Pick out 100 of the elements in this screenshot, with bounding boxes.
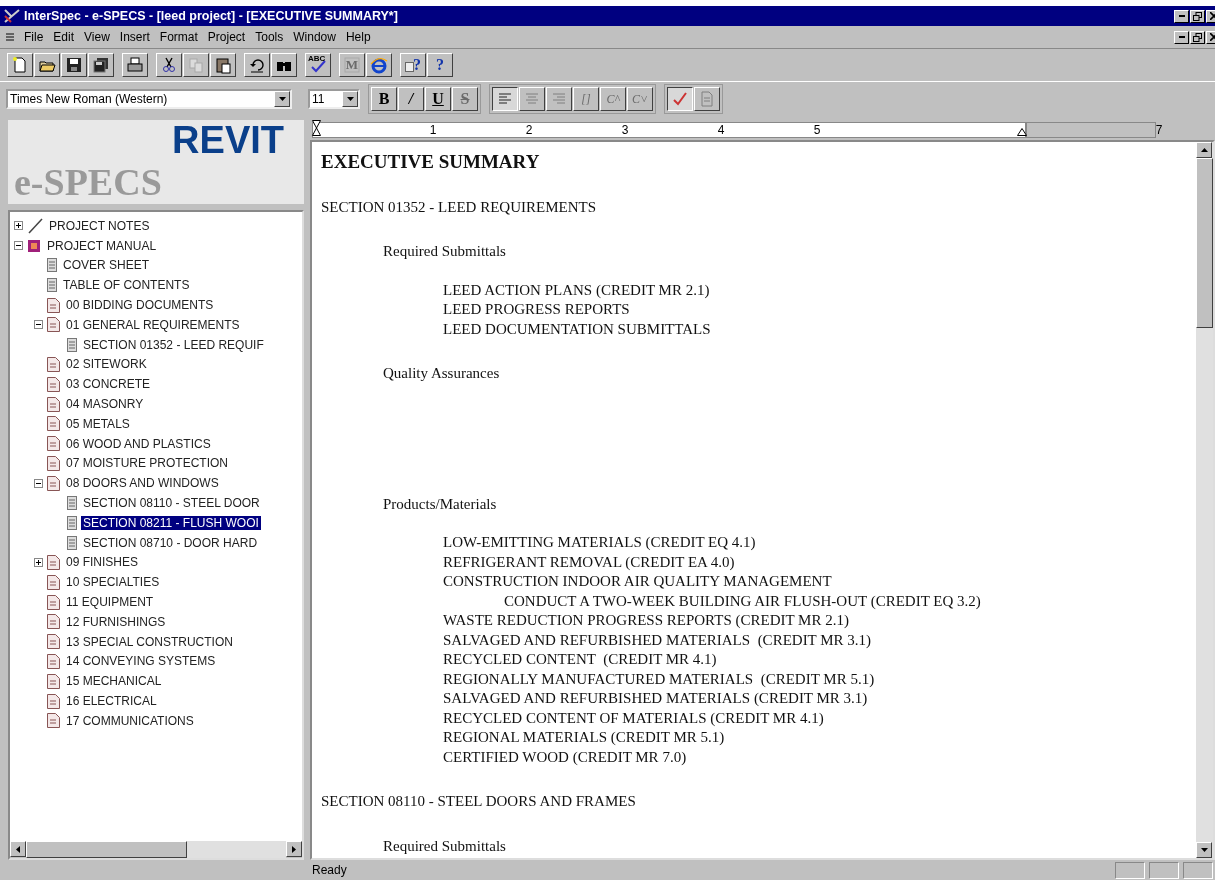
restore-icon bbox=[1193, 32, 1202, 42]
menu-item[interactable]: Help bbox=[340, 30, 376, 44]
tree-item[interactable]: 17 COMMUNICATIONS bbox=[64, 713, 196, 728]
subheading: Products/Materials bbox=[383, 494, 498, 514]
tree-item[interactable]: 04 MASONRY bbox=[64, 397, 146, 412]
format-button[interactable]: / bbox=[398, 87, 424, 111]
toolbar-button[interactable] bbox=[61, 53, 87, 77]
list-item: CERTIFIED WOOD (CREDIT MR 7.0) bbox=[443, 747, 688, 767]
tree-item[interactable]: 00 BIDDING DOCUMENTS bbox=[64, 298, 216, 313]
restore-icon bbox=[1193, 11, 1202, 21]
tree-item[interactable]: SECTION 08211 - FLUSH WOOI bbox=[81, 515, 261, 530]
format-button[interactable] bbox=[492, 87, 518, 111]
scrollbar-thumb[interactable] bbox=[1196, 158, 1213, 328]
toolbar-button[interactable] bbox=[88, 53, 114, 77]
document-icon bbox=[47, 554, 60, 570]
scroll-left-button[interactable] bbox=[10, 841, 26, 857]
clipboard-icon bbox=[214, 56, 232, 74]
minimize-button[interactable] bbox=[1174, 9, 1189, 23]
toolbar-button[interactable]: ? bbox=[400, 53, 426, 77]
toolbar-button[interactable] bbox=[271, 53, 297, 77]
expand-toggle[interactable] bbox=[34, 557, 43, 567]
menu-item[interactable]: Edit bbox=[48, 30, 80, 44]
restore-button[interactable] bbox=[1190, 9, 1205, 23]
document-menu-icon[interactable] bbox=[5, 32, 15, 42]
tree-item[interactable]: 01 GENERAL REQUIREMENTS bbox=[64, 317, 242, 332]
toolbar-button[interactable]: ABC bbox=[305, 53, 331, 77]
toolbar-button[interactable] bbox=[156, 53, 182, 77]
save-icon bbox=[65, 56, 83, 74]
menu-item[interactable]: Tools bbox=[250, 30, 289, 44]
minimize-icon bbox=[1178, 15, 1185, 17]
ruler-number: 5 bbox=[812, 123, 822, 137]
scissors-icon bbox=[160, 56, 178, 74]
toolbar-button[interactable] bbox=[210, 53, 236, 77]
ruler-number: 4 bbox=[716, 123, 726, 137]
list-item: LEED DOCUMENTATION SUBMITTALS bbox=[443, 319, 712, 339]
tree-item[interactable]: 12 FURNISHINGS bbox=[64, 614, 168, 629]
expand-toggle[interactable] bbox=[14, 221, 23, 231]
subheading: Quality Assurances bbox=[383, 364, 501, 383]
tree-item[interactable]: SECTION 01352 - LEED REQUIF bbox=[81, 337, 266, 352]
plus-icon bbox=[36, 559, 41, 565]
tree-item[interactable]: 07 MOISTURE PROTECTION bbox=[64, 456, 231, 471]
tree-item[interactable]: PROJECT MANUAL bbox=[45, 238, 159, 253]
toolbar-button[interactable] bbox=[366, 53, 392, 77]
sheet-icon bbox=[67, 496, 77, 511]
menu-item[interactable]: Format bbox=[154, 30, 203, 44]
tree-item[interactable]: 09 FINISHES bbox=[64, 555, 141, 570]
document-icon bbox=[47, 713, 60, 729]
tree-item[interactable]: 15 MECHANICAL bbox=[64, 674, 164, 689]
tree-item[interactable]: 14 CONVEYING SYSTEMS bbox=[64, 654, 218, 669]
tree-item[interactable]: PROJECT NOTES bbox=[47, 218, 152, 233]
margin-marker-icon[interactable] bbox=[1017, 128, 1027, 136]
tree-item[interactable]: 11 EQUIPMENT bbox=[64, 595, 156, 610]
tree-item[interactable]: SECTION 08110 - STEEL DOOR bbox=[81, 496, 262, 511]
tree-item[interactable]: TABLE OF CONTENTS bbox=[61, 278, 192, 293]
app-icon bbox=[4, 9, 20, 23]
align-right-icon bbox=[551, 91, 567, 107]
tree-item[interactable]: 03 CONCRETE bbox=[64, 377, 153, 392]
document-icon bbox=[47, 436, 60, 452]
toolbar-button[interactable] bbox=[244, 53, 270, 77]
left-arrow-icon bbox=[16, 845, 20, 853]
tree-item[interactable]: 16 ELECTRICAL bbox=[64, 694, 159, 708]
collapse-toggle[interactable] bbox=[34, 478, 43, 488]
scroll-down-button[interactable] bbox=[1196, 842, 1212, 858]
menu-item[interactable]: Window bbox=[288, 30, 341, 44]
collapse-toggle[interactable] bbox=[34, 320, 43, 330]
size-dropdown[interactable]: 11 bbox=[308, 89, 360, 109]
subheading: Required Submittals bbox=[383, 836, 507, 856]
tree-item[interactable]: COVER SHEET bbox=[61, 258, 151, 273]
tree-item[interactable]: 05 METALS bbox=[64, 416, 132, 431]
minimize-button[interactable] bbox=[1174, 30, 1189, 44]
restore-button[interactable] bbox=[1190, 30, 1205, 44]
ruler-number: 3 bbox=[620, 123, 630, 137]
collapse-toggle[interactable] bbox=[14, 241, 23, 251]
scroll-right-button[interactable] bbox=[286, 841, 302, 857]
toolbar-button[interactable]: ? bbox=[427, 53, 453, 77]
format-button[interactable] bbox=[667, 87, 693, 111]
document-icon bbox=[47, 475, 60, 491]
menu-item[interactable]: Project bbox=[202, 30, 251, 44]
menu-item[interactable]: File bbox=[19, 30, 49, 44]
tree-item[interactable]: 02 SITEWORK bbox=[64, 357, 149, 372]
caret-icon bbox=[278, 97, 286, 101]
tree-item[interactable]: 06 WOOD AND PLASTICS bbox=[64, 436, 213, 451]
format-button[interactable]: B bbox=[371, 87, 397, 111]
font-dropdown[interactable]: Times New Roman (Western) bbox=[6, 89, 292, 109]
tree-item[interactable]: SECTION 08710 - DOOR HARD bbox=[81, 535, 260, 550]
tree-item[interactable]: 13 SPECIAL CONSTRUCTION bbox=[64, 634, 235, 649]
section-heading: SECTION 08110 - STEEL DOORS AND FRAMES bbox=[321, 792, 637, 811]
toolbar-button[interactable] bbox=[34, 53, 60, 77]
menu-item[interactable]: View bbox=[79, 30, 115, 44]
toolbar-button[interactable] bbox=[122, 53, 148, 77]
menu-item[interactable]: Insert bbox=[114, 30, 155, 44]
list-item: REGIONALLY MANUFACTURED MATERIALS (CREDIT MR 5.1) bbox=[443, 669, 876, 689]
tree-item[interactable]: 10 SPECIALTIES bbox=[64, 575, 162, 590]
list-item: CONSTRUCTION INDOOR AIR QUALITY MANAGEMENT bbox=[443, 572, 833, 591]
sheet-icon bbox=[47, 258, 57, 273]
scroll-up-button[interactable] bbox=[1196, 142, 1212, 158]
tree-item[interactable]: 08 DOORS AND WINDOWS bbox=[64, 476, 221, 491]
format-button[interactable]: U bbox=[425, 87, 451, 111]
toolbar-button[interactable] bbox=[7, 53, 33, 77]
scrollbar-thumb[interactable] bbox=[26, 841, 188, 858]
